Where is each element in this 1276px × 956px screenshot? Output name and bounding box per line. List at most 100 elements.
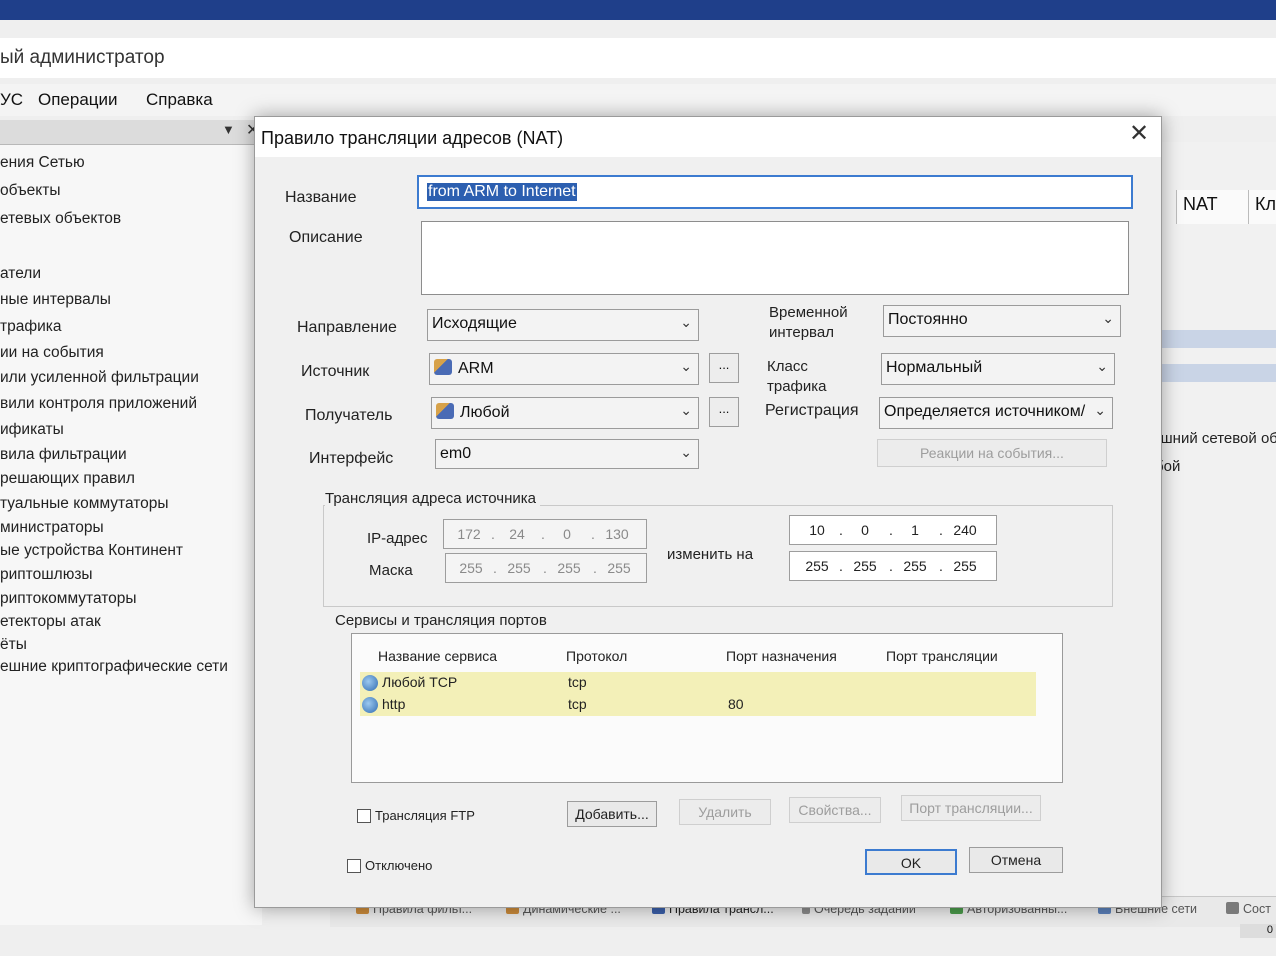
services-list[interactable]: Название сервиса Протокол Порт назначени… [351, 633, 1063, 783]
interface-value: em0 [440, 445, 472, 462]
user-object-icon [436, 403, 454, 419]
tree-item[interactable]: объекты [0, 182, 61, 200]
user-object-icon [434, 359, 452, 375]
recipient-select[interactable]: Любой ⌄ [431, 397, 699, 429]
tree-panel-header [0, 120, 260, 145]
cancel-button[interactable]: Отмена [969, 847, 1063, 873]
tree-item[interactable]: туальные коммутаторы [0, 495, 169, 513]
tree-item[interactable]: министраторы [0, 519, 104, 537]
tree-item[interactable]: риптокоммутаторы [0, 590, 137, 608]
ip-address-label: IP-адрес [367, 530, 428, 547]
menu-item-operations[interactable]: Операции [38, 90, 118, 110]
source-select[interactable]: ARM ⌄ [429, 353, 699, 385]
chevron-down-icon: ⌄ [680, 358, 692, 374]
time-interval-value: Постоянно [888, 311, 968, 328]
column-header-service-name[interactable]: Название сервиса [378, 648, 497, 664]
tree-item[interactable]: етевых объектов [0, 210, 121, 228]
status-bar-value: 0 [1240, 924, 1276, 938]
traffic-class-label: Класс трафика [767, 358, 827, 395]
direction-value: Исходящие [432, 315, 517, 332]
chevron-down-icon: ⌄ [1096, 358, 1108, 374]
tree-item[interactable]: трафика [0, 318, 62, 336]
tree-item[interactable]: или усиленной фильтрации [0, 369, 199, 387]
tree-item[interactable]: риптошлюзы [0, 566, 93, 584]
description-input[interactable] [421, 221, 1129, 295]
add-button[interactable]: Добавить... [567, 801, 657, 827]
tree-item[interactable]: ёты [0, 636, 27, 654]
column-header-dest-port[interactable]: Порт назначения [726, 648, 837, 664]
traffic-class-select[interactable]: Нормальный ⌄ [881, 353, 1115, 385]
chevron-down-icon: ⌄ [680, 314, 692, 330]
mask-label: Маска [369, 562, 413, 579]
column-header-protocol[interactable]: Протокол [566, 648, 627, 664]
list-row-highlight [1158, 364, 1276, 382]
service-icon [362, 675, 378, 691]
column-header-nat[interactable]: NAT [1176, 190, 1248, 224]
reactions-button[interactable]: Реакции на события... [877, 439, 1107, 467]
tree-item[interactable]: ые устройства Континент [0, 542, 183, 560]
chevron-down-icon: ⌄ [680, 444, 692, 460]
menu-item-service[interactable]: УС [0, 90, 23, 110]
table-row[interactable]: Любой TCP tcp [360, 672, 1036, 694]
source-ip-input[interactable]: 172 . 24 . 0 . 130 [443, 519, 647, 549]
close-icon[interactable]: ✕ [1129, 119, 1149, 148]
registration-label: Регистрация [765, 402, 859, 419]
window-tab[interactable]: Сост [1226, 902, 1271, 916]
tree-item[interactable]: решающих правил [0, 470, 135, 488]
direction-select[interactable]: Исходящие ⌄ [427, 309, 699, 341]
tree-item[interactable]: атели [0, 265, 41, 283]
app-titlebar [0, 38, 1276, 78]
name-value: from ARM to Internet [427, 183, 577, 201]
source-mask-input[interactable]: 255 . 255 . 255 . 255 [445, 553, 647, 583]
source-translation-label: Трансляция адреса источника [325, 489, 541, 509]
ok-button[interactable]: OK [865, 849, 957, 875]
source-value: ARM [458, 360, 494, 377]
source-label: Источник [301, 363, 370, 380]
new-mask-input[interactable]: 255 . 255 . 255 . 255 [789, 551, 997, 581]
name-input[interactable]: from ARM to Internet [417, 175, 1133, 209]
disabled-checkbox[interactable] [347, 859, 361, 873]
interface-select[interactable]: em0 ⌄ [435, 439, 699, 469]
tree-item[interactable]: етекторы атак [0, 613, 101, 631]
registration-select[interactable]: Определяется источником/ ⌄ [879, 397, 1113, 429]
chevron-down-icon: ⌄ [1102, 310, 1114, 326]
ftp-translation-checkbox[interactable] [357, 809, 371, 823]
column-header-class[interactable]: Кл [1248, 190, 1276, 224]
status-icon [1226, 902, 1239, 914]
tree-item[interactable]: ешние криптографические сети [0, 658, 228, 676]
tree-item[interactable]: ификаты [0, 421, 64, 439]
menu-item-help[interactable]: Справка [146, 90, 213, 110]
tree-item[interactable]: вили контроля приложений [0, 395, 197, 413]
chevron-down-icon[interactable]: ▼ [222, 122, 235, 137]
services-label: Сервисы и трансляция портов [335, 612, 547, 629]
interface-label: Интерфейс [309, 450, 394, 467]
service-icon [362, 697, 378, 713]
list-row-highlight [1158, 330, 1276, 348]
direction-label: Направление [297, 319, 397, 336]
new-ip-input[interactable]: 10 . 0 . 1 . 240 [789, 515, 997, 545]
registration-value: Определяется источником/ [884, 403, 1086, 420]
port-translation-button[interactable]: Порт трансляции... [901, 795, 1041, 821]
change-to-label: изменить на [667, 546, 754, 563]
properties-button[interactable]: Свойства... [789, 797, 881, 823]
time-interval-select[interactable]: Постоянно ⌄ [883, 305, 1121, 337]
chevron-down-icon: ⌄ [1094, 402, 1106, 418]
ftp-translation-label: Трансляция FTP [375, 808, 475, 823]
recipient-value: Любой [460, 404, 510, 421]
app-title: ый администратор [0, 47, 165, 68]
time-interval-label: Временной интервал [769, 304, 848, 341]
tree-item[interactable]: ии на события [0, 344, 104, 362]
recipient-browse-button[interactable]: ... [709, 397, 739, 427]
name-label: Название [285, 189, 357, 206]
delete-button[interactable]: Удалить [679, 799, 771, 825]
tree-item[interactable]: вила фильтрации [0, 446, 127, 464]
chevron-down-icon: ⌄ [680, 402, 692, 418]
source-browse-button[interactable]: ... [709, 353, 739, 383]
column-header-trans-port[interactable]: Порт трансляции [886, 648, 998, 664]
description-label: Описание [289, 229, 363, 246]
tree-item[interactable]: ения Сетью [0, 154, 85, 172]
disabled-label: Отключено [365, 858, 433, 873]
table-row[interactable]: http tcp 80 [360, 694, 1036, 716]
recipient-label: Получатель [305, 407, 393, 424]
tree-item[interactable]: ные интервалы [0, 291, 111, 309]
